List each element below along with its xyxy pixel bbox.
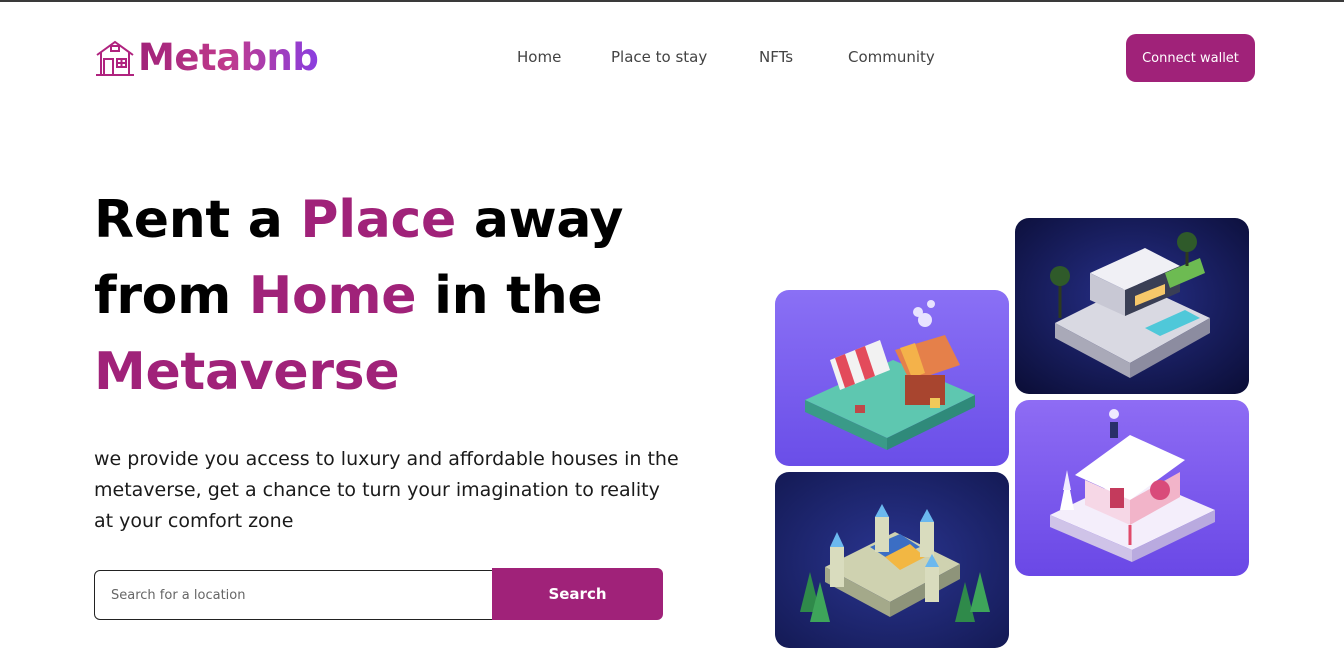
connect-wallet-button[interactable]: Connect wallet (1126, 34, 1255, 82)
nav-place-to-stay[interactable]: Place to stay (611, 47, 707, 67)
hero-description: we provide you access to luxury and affo… (94, 448, 679, 532)
house-icon (96, 40, 134, 76)
castle-image (775, 472, 1009, 648)
search-input[interactable] (94, 570, 493, 620)
brand-name: Metabnb (138, 36, 319, 79)
hero-title-part: Rent a (94, 190, 301, 250)
hero-title-accent-metaverse: Metaverse (94, 342, 400, 402)
nav-nfts[interactable]: NFTs (759, 47, 793, 67)
brand-logo[interactable]: Metabnb (94, 36, 319, 79)
search-button[interactable]: Search (492, 568, 663, 620)
top-rule (0, 0, 1344, 2)
market-stall-image (775, 290, 1009, 466)
modern-villa-image (1015, 218, 1249, 394)
hero-title-accent-home: Home (248, 266, 417, 326)
nav-home[interactable]: Home (517, 47, 561, 67)
hero-title: Rent a Place away from Home in the Metav… (94, 182, 714, 410)
nav-community[interactable]: Community (848, 47, 935, 67)
snow-cottage-image (1015, 400, 1249, 576)
hero-title-part: in the (416, 266, 603, 326)
hero-title-accent-place: Place (300, 190, 457, 250)
